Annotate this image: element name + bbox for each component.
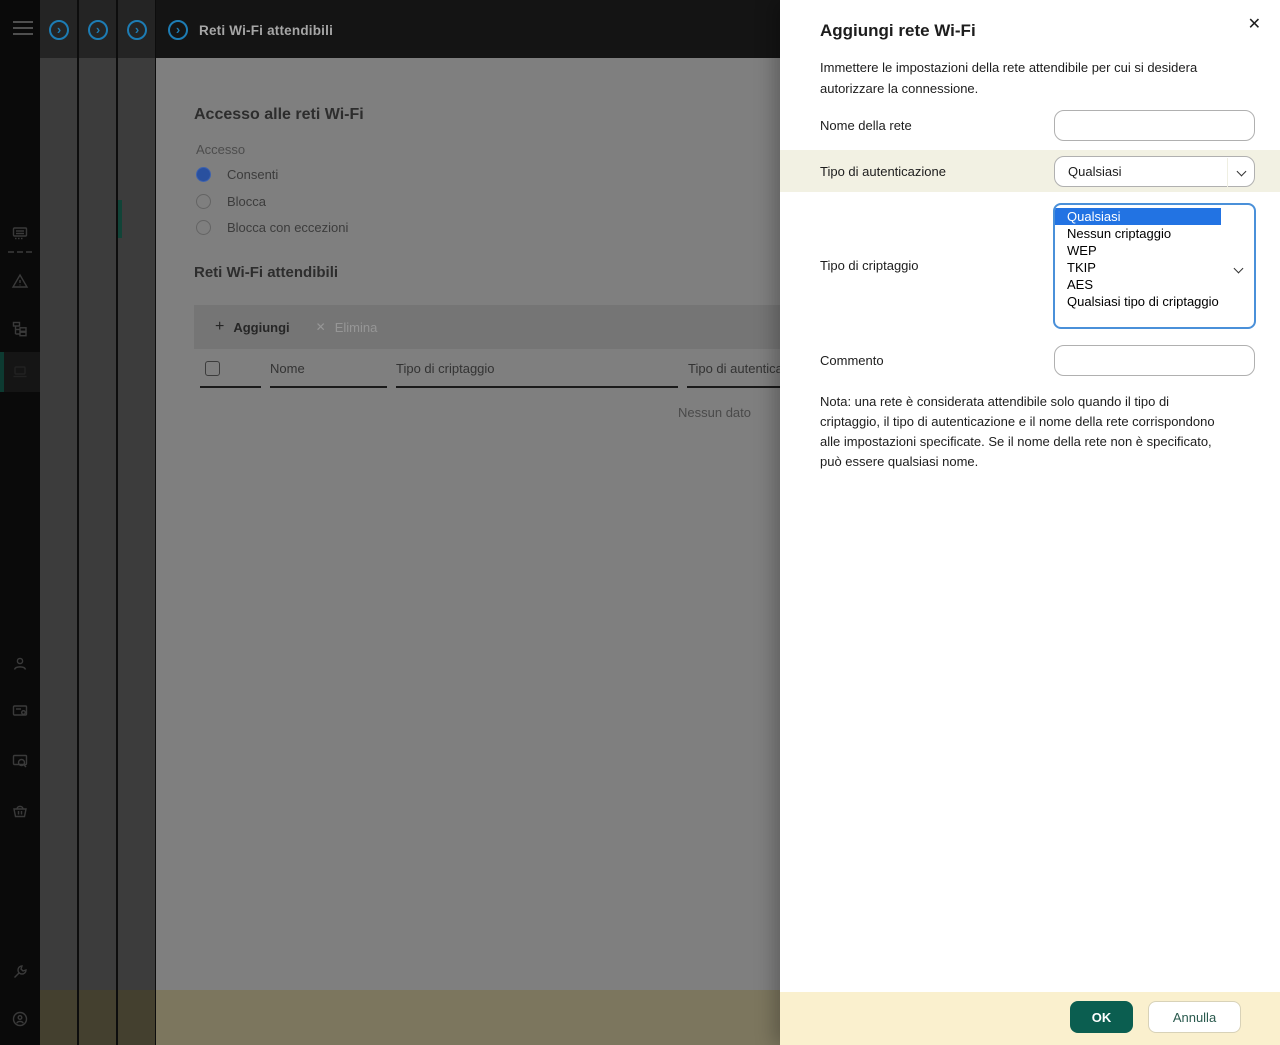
delete-button[interactable]: ✕ Elimina (316, 319, 378, 335)
column-header-autenticazione[interactable]: Tipo di autenticazione (688, 361, 780, 376)
panel-footer-strip (40, 990, 77, 1045)
radio-blocca-eccezioni[interactable]: Blocca con eccezioni (196, 219, 348, 235)
radio-consenti[interactable]: Consenti (196, 166, 278, 182)
add-button-label: Aggiungi (233, 319, 290, 335)
sidebar-item-selected[interactable] (0, 352, 40, 392)
cancel-button[interactable]: Annulla (1148, 1001, 1241, 1033)
menu-icon[interactable] (13, 21, 33, 35)
encryption-option[interactable]: AES (1055, 276, 1254, 293)
comment-label: Commento (820, 353, 884, 368)
expand-panel-icon[interactable]: › (49, 20, 69, 40)
dimmed-save-bar (156, 990, 780, 1045)
delete-button-label: Elimina (334, 319, 378, 335)
selected-indicator (0, 352, 4, 392)
encryption-type-label: Tipo di criptaggio (820, 258, 919, 273)
radio-icon[interactable] (196, 219, 211, 235)
collapsed-panel-1: › (40, 0, 77, 1045)
radio-icon[interactable] (196, 166, 211, 182)
page-title: Reti Wi-Fi attendibili (199, 23, 334, 38)
radio-icon[interactable] (196, 193, 211, 209)
drawer-description: Immettere le impostazioni della rete att… (820, 60, 1198, 96)
collapsed-panel-2: › (79, 0, 116, 1045)
add-icon: + (215, 318, 225, 335)
header-rule (270, 386, 387, 388)
collapsed-panel-3: › (118, 0, 155, 1045)
select-divider (1227, 158, 1228, 187)
laptop-icon (13, 366, 27, 378)
hierarchy-icon[interactable] (11, 320, 29, 338)
note-text: Nota: una rete è considerata attendibile… (820, 394, 1215, 469)
encryption-option[interactable]: WEP (1055, 242, 1254, 259)
expand-panel-icon[interactable]: › (88, 20, 108, 40)
panel-footer-strip (79, 990, 116, 1045)
header-rule (200, 386, 261, 388)
header-rule (687, 386, 780, 388)
app-window: › › › › Reti Wi-Fi attendibili Accesso a… (0, 0, 1280, 1045)
network-name-label: Nome della rete (820, 118, 912, 133)
main-pane: › Reti Wi-Fi attendibili Accesso alle re… (156, 0, 780, 1045)
auth-type-select[interactable]: Qualsiasi (1054, 156, 1255, 187)
column-header-criptaggio[interactable]: Tipo di criptaggio (396, 361, 495, 376)
radio-label: Blocca (227, 193, 267, 209)
radio-label: Blocca con eccezioni (227, 219, 349, 235)
add-button[interactable]: + Aggiungi (215, 319, 290, 335)
network-name-input[interactable] (1054, 110, 1255, 141)
settings-wrench-icon[interactable] (11, 963, 29, 981)
policies-icon[interactable] (11, 702, 29, 720)
users-icon[interactable] (11, 655, 29, 673)
delete-icon: ✕ (315, 320, 326, 334)
ok-button[interactable]: OK (1070, 1001, 1133, 1033)
section-heading: Accesso alle reti Wi-Fi (194, 106, 364, 123)
close-icon[interactable]: ✕ (1248, 16, 1261, 34)
table-heading: Reti Wi-Fi attendibili (194, 264, 339, 281)
chevron-down-icon (1236, 166, 1247, 177)
app-sidebar (0, 0, 40, 1045)
encryption-options: Qualsiasi Nessun criptaggio WEP TKIP AES Qual… (1055, 208, 1254, 310)
column-header-nome[interactable]: Nome (270, 361, 305, 376)
account-icon[interactable] (11, 1010, 29, 1028)
encryption-option[interactable]: TKIP (1055, 259, 1254, 276)
radio-blocca[interactable]: Blocca (196, 193, 266, 209)
encryption-option[interactable]: Nessun criptaggio (1055, 225, 1254, 242)
drawer-footer: OK Annulla (780, 992, 1280, 1045)
marketplace-icon[interactable] (11, 802, 29, 820)
table-toolbar: + Aggiungi ✕ Elimina (194, 305, 780, 349)
comment-input[interactable] (1054, 345, 1255, 376)
alerts-icon[interactable] (11, 272, 29, 290)
encryption-option[interactable]: Qualsiasi (1055, 208, 1221, 225)
empty-table-text: Nessun dato (678, 405, 751, 420)
devices-icon[interactable] (11, 224, 29, 242)
select-all-checkbox[interactable] (205, 361, 220, 376)
panel-footer-strip (118, 990, 155, 1045)
expand-panel-icon[interactable]: › (168, 20, 188, 40)
header-rule (396, 386, 678, 388)
encryption-type-listbox[interactable]: Qualsiasi Nessun criptaggio WEP TKIP AES Qual… (1053, 203, 1256, 329)
selected-indicator (118, 200, 122, 238)
add-wifi-drawer: ✕ Aggiungi rete Wi-Fi Immettere le impos… (780, 0, 1280, 1045)
expand-panel-icon[interactable]: › (127, 20, 147, 40)
page-topbar: › Reti Wi-Fi attendibili (156, 0, 780, 58)
drawer-title: Aggiungi rete Wi-Fi (820, 21, 976, 40)
auth-type-value: Qualsiasi (1068, 164, 1122, 179)
radio-label: Consenti (227, 166, 279, 182)
discovery-icon[interactable] (11, 752, 29, 770)
auth-type-label: Tipo di autenticazione (820, 164, 946, 179)
access-label: Accesso (196, 142, 246, 157)
sidebar-divider (8, 251, 32, 253)
encryption-option[interactable]: Qualsiasi tipo di criptaggio (1055, 293, 1254, 310)
